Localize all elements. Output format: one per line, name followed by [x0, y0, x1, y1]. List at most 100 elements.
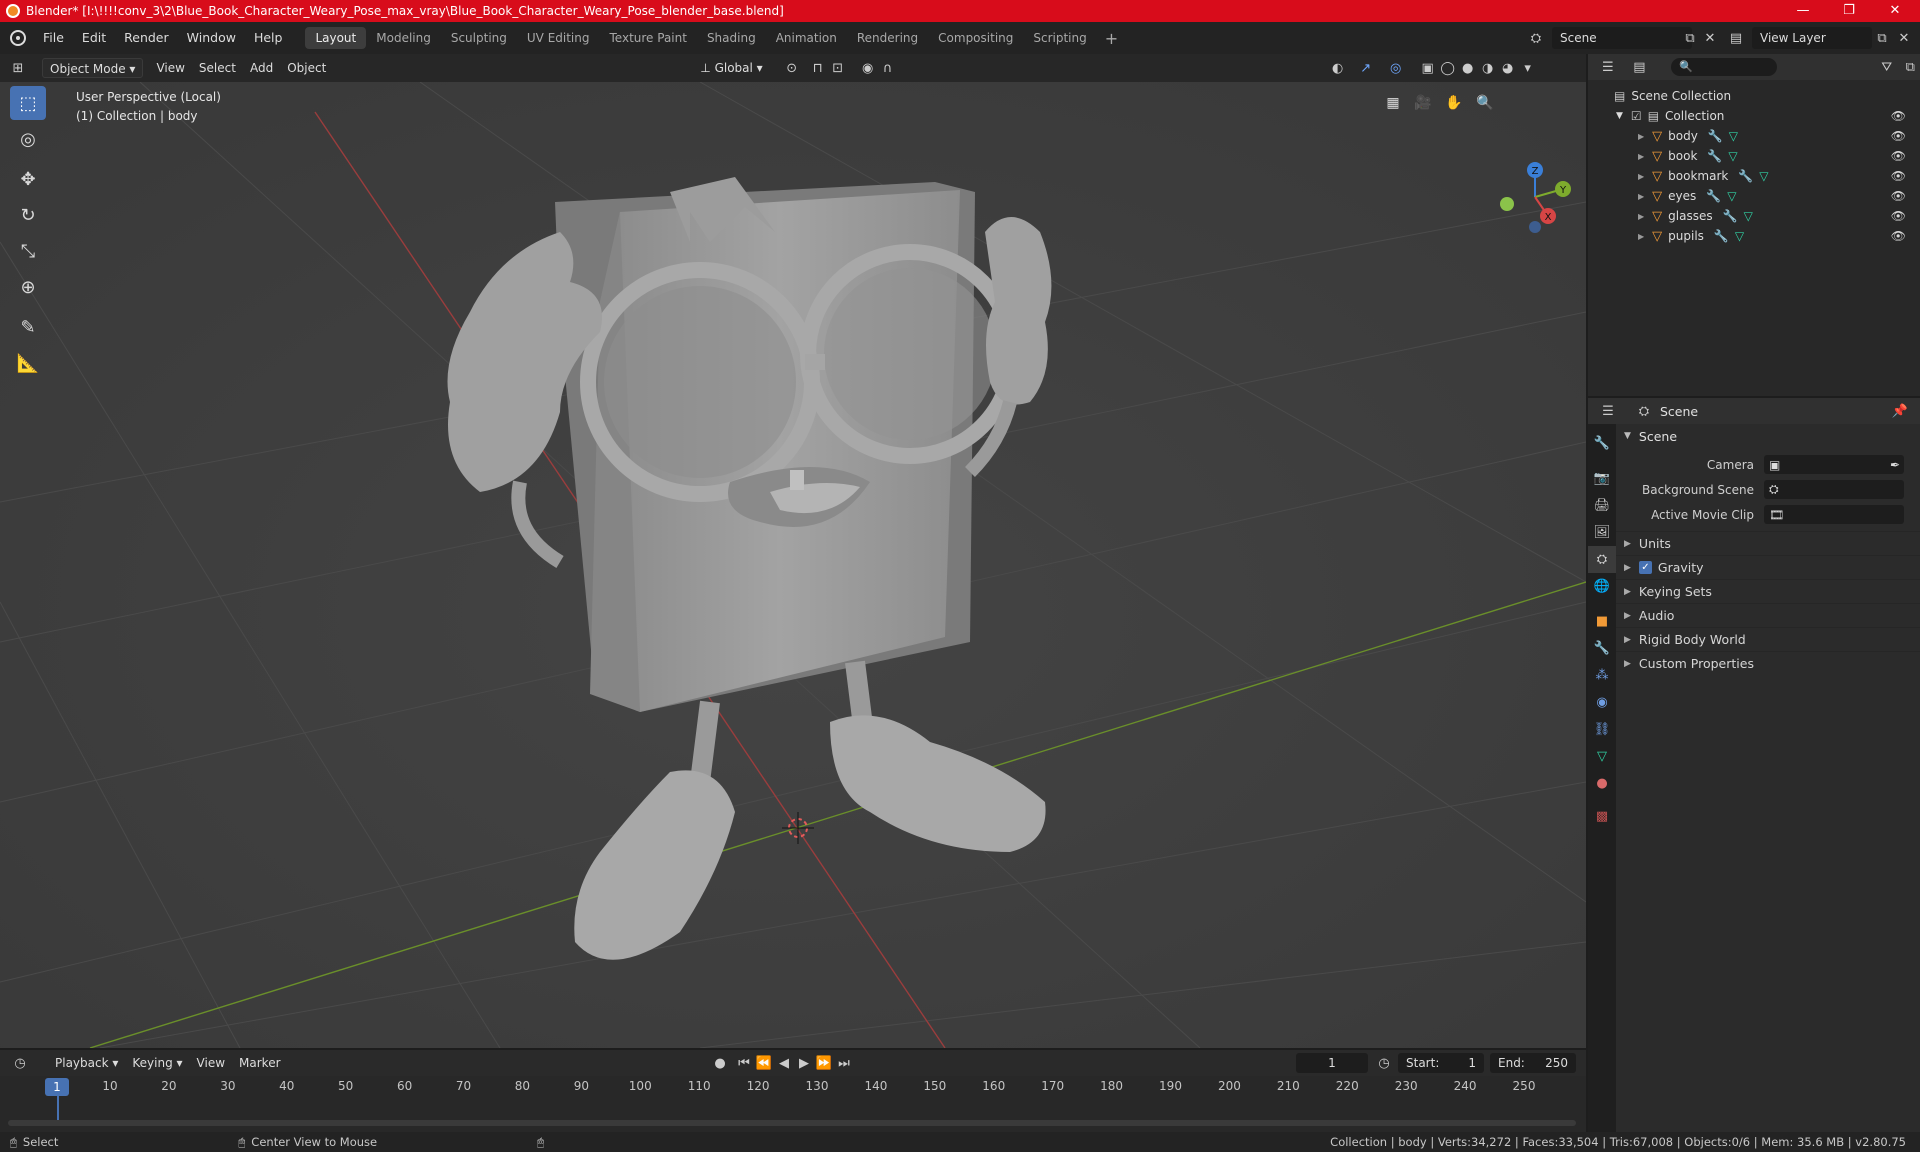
play-reverse-icon[interactable]: ◀ — [774, 1053, 794, 1073]
view-layer-selector[interactable]: View Layer — [1752, 27, 1872, 49]
falloff-icon[interactable]: ∩ — [878, 58, 898, 78]
tab-shading[interactable]: Shading — [697, 27, 766, 49]
shading-wireframe-icon[interactable]: ◯ — [1438, 58, 1458, 78]
playhead-frame-indicator[interactable]: 1 — [45, 1078, 69, 1096]
preview-range-icon[interactable]: ◷ — [1374, 1053, 1394, 1073]
visibility-eye-icon[interactable]: 👁 — [1891, 169, 1906, 183]
tab-texture-paint[interactable]: Texture Paint — [600, 27, 697, 49]
filter-icon[interactable]: ⛛ — [1877, 57, 1897, 77]
jump-keyframe-forward-icon[interactable]: ⏩ — [814, 1053, 834, 1073]
3d-viewport[interactable]: Z Y X ⬚ ◎ ✥ ↻ ⤡ ⊕ ✎ 📐 User Perspective (… — [0, 82, 1586, 1048]
world-tab-icon[interactable]: 🌐 — [1588, 573, 1616, 600]
shading-solid-icon[interactable]: ● — [1458, 58, 1478, 78]
scale-tool-icon[interactable]: ⤡ — [10, 234, 46, 268]
tab-sculpting[interactable]: Sculpting — [441, 27, 517, 49]
new-view-layer-icon[interactable]: ⧉ — [1872, 28, 1892, 48]
timeline-editor-type-icon[interactable]: ◷ — [10, 1053, 30, 1073]
camera-view-icon[interactable]: 🎥 — [1410, 90, 1436, 116]
auto-keying-icon[interactable]: ● — [710, 1053, 730, 1073]
tab-animation[interactable]: Animation — [766, 27, 847, 49]
viewport-menu-add[interactable]: Add — [243, 58, 280, 78]
render-tab-icon[interactable]: 📷 — [1588, 465, 1616, 492]
blender-logo-icon[interactable] — [10, 30, 26, 46]
modifier-wrench-icon[interactable]: 🔧 — [1714, 229, 1729, 243]
timeline-menu-keying[interactable]: Keying ▾ — [125, 1053, 189, 1073]
outliner-search-input[interactable]: 🔍 — [1671, 58, 1777, 76]
move-tool-icon[interactable]: ✥ — [10, 162, 46, 196]
scene-selector[interactable]: Scene — [1552, 27, 1692, 49]
current-frame-field[interactable]: 1 — [1296, 1053, 1368, 1073]
expand-icon[interactable]: ▶ — [1638, 232, 1644, 241]
visibility-filter-icon[interactable]: ◐ — [1328, 58, 1348, 78]
material-tab-icon[interactable]: ● — [1588, 770, 1616, 797]
tool-tab-icon[interactable]: 🔧 — [1588, 430, 1616, 457]
menu-render[interactable]: Render — [115, 22, 178, 54]
add-workspace-button[interactable]: + — [1097, 29, 1126, 48]
timeline-menu-marker[interactable]: Marker — [232, 1053, 287, 1073]
collection-expand-icon[interactable]: ▼ — [1616, 111, 1623, 121]
collection-checkbox-icon[interactable]: ☑ — [1631, 109, 1642, 123]
outliner-object-body[interactable]: ▶ ▽ body 🔧 ▽ 👁 — [1588, 126, 1920, 146]
pivot-point-icon[interactable]: ⊙ — [782, 58, 802, 78]
expand-icon[interactable]: ▶ — [1638, 212, 1644, 221]
menu-help[interactable]: Help — [245, 22, 292, 54]
snap-icon[interactable]: ⊓ — [808, 58, 828, 78]
visibility-eye-icon[interactable]: 👁 — [1891, 229, 1906, 243]
cursor-tool-icon[interactable]: ◎ — [10, 122, 46, 156]
jump-keyframe-back-icon[interactable]: ⏪ — [754, 1053, 774, 1073]
remove-view-layer-icon[interactable]: ✕ — [1894, 28, 1914, 48]
tab-layout[interactable]: Layout — [305, 27, 367, 49]
audio-panel[interactable]: ▶ Audio — [1616, 603, 1920, 627]
outliner-scene-collection[interactable]: ▤ Scene Collection — [1588, 86, 1920, 106]
expand-icon[interactable]: ▶ — [1638, 132, 1644, 141]
annotate-tool-icon[interactable]: ✎ — [10, 310, 46, 344]
outliner-object-book[interactable]: ▶ ▽ book 🔧 ▽ 👁 — [1588, 146, 1920, 166]
visibility-eye-icon[interactable]: 👁 — [1891, 209, 1906, 223]
pan-view-icon[interactable]: ✋ — [1441, 90, 1467, 116]
modifier-wrench-icon[interactable]: 🔧 — [1723, 209, 1738, 223]
play-icon[interactable]: ▶ — [794, 1053, 814, 1073]
zoom-view-icon[interactable]: 🔍 — [1472, 90, 1498, 116]
outliner-object-glasses[interactable]: ▶ ▽ glasses 🔧 ▽ 👁 — [1588, 206, 1920, 226]
properties-editor-type-icon[interactable]: ☰ — [1598, 401, 1618, 421]
outliner-collection[interactable]: ▼ ☑ ▤ Collection 👁 — [1588, 106, 1920, 126]
mesh-data-icon[interactable]: ▽ — [1729, 129, 1738, 143]
shading-material-icon[interactable]: ◑ — [1478, 58, 1498, 78]
mesh-data-icon[interactable]: ▽ — [1735, 229, 1744, 243]
outliner-object-pupils[interactable]: ▶ ▽ pupils 🔧 ▽ 👁 — [1588, 226, 1920, 246]
new-collection-icon[interactable]: ⧉ — [1900, 57, 1920, 77]
object-data-tab-icon[interactable]: ▽ — [1588, 743, 1616, 770]
menu-file[interactable]: File — [34, 22, 73, 54]
shading-options-icon[interactable]: ▾ — [1518, 58, 1538, 78]
visibility-eye-icon[interactable]: 👁 — [1891, 149, 1906, 163]
outliner-object-eyes[interactable]: ▶ ▽ eyes 🔧 ▽ 👁 — [1588, 186, 1920, 206]
maximize-button[interactable]: ❐ — [1826, 0, 1872, 22]
scene-tab-icon[interactable]: ⛭ — [1588, 546, 1616, 573]
expand-icon[interactable]: ▶ — [1638, 192, 1644, 201]
measure-tool-icon[interactable]: 📐 — [10, 346, 46, 380]
menu-edit[interactable]: Edit — [73, 22, 115, 54]
mesh-data-icon[interactable]: ▽ — [1744, 209, 1753, 223]
modifier-wrench-icon[interactable]: 🔧 — [1708, 129, 1723, 143]
mesh-data-icon[interactable]: ▽ — [1727, 189, 1736, 203]
view-layer-tab-icon[interactable]: 🖼 — [1588, 519, 1616, 546]
scene-browse-icon[interactable]: ⛭ — [1526, 28, 1546, 48]
texture-tab-icon[interactable]: ▩ — [1588, 803, 1616, 830]
physics-tab-icon[interactable]: ◉ — [1588, 689, 1616, 716]
active-movie-clip-field[interactable]: 🎞 — [1764, 505, 1904, 524]
scene-panel-header[interactable]: ▼ Scene — [1616, 424, 1920, 448]
mesh-data-icon[interactable]: ▽ — [1759, 169, 1768, 183]
modifier-wrench-icon[interactable]: 🔧 — [1738, 169, 1753, 183]
collection-visibility-eye-icon[interactable]: 👁 — [1891, 109, 1906, 123]
viewport-menu-object[interactable]: Object — [280, 58, 333, 78]
eyedropper-icon[interactable]: ✒ — [1890, 458, 1900, 472]
minimize-button[interactable]: — — [1780, 0, 1826, 22]
timeline-scrollbar[interactable] — [8, 1120, 1576, 1126]
timeline-area[interactable]: 10 20 30 40 50 60 70 80 90 100 110 120 130 140 150 160 1… — [0, 1076, 1586, 1132]
new-scene-icon[interactable]: ⧉ — [1680, 28, 1700, 48]
outliner-editor-type-icon[interactable]: ☰ — [1598, 57, 1618, 77]
tab-compositing[interactable]: Compositing — [928, 27, 1023, 49]
keying-sets-panel[interactable]: ▶ Keying Sets — [1616, 579, 1920, 603]
menu-window[interactable]: Window — [178, 22, 245, 54]
tab-rendering[interactable]: Rendering — [847, 27, 928, 49]
